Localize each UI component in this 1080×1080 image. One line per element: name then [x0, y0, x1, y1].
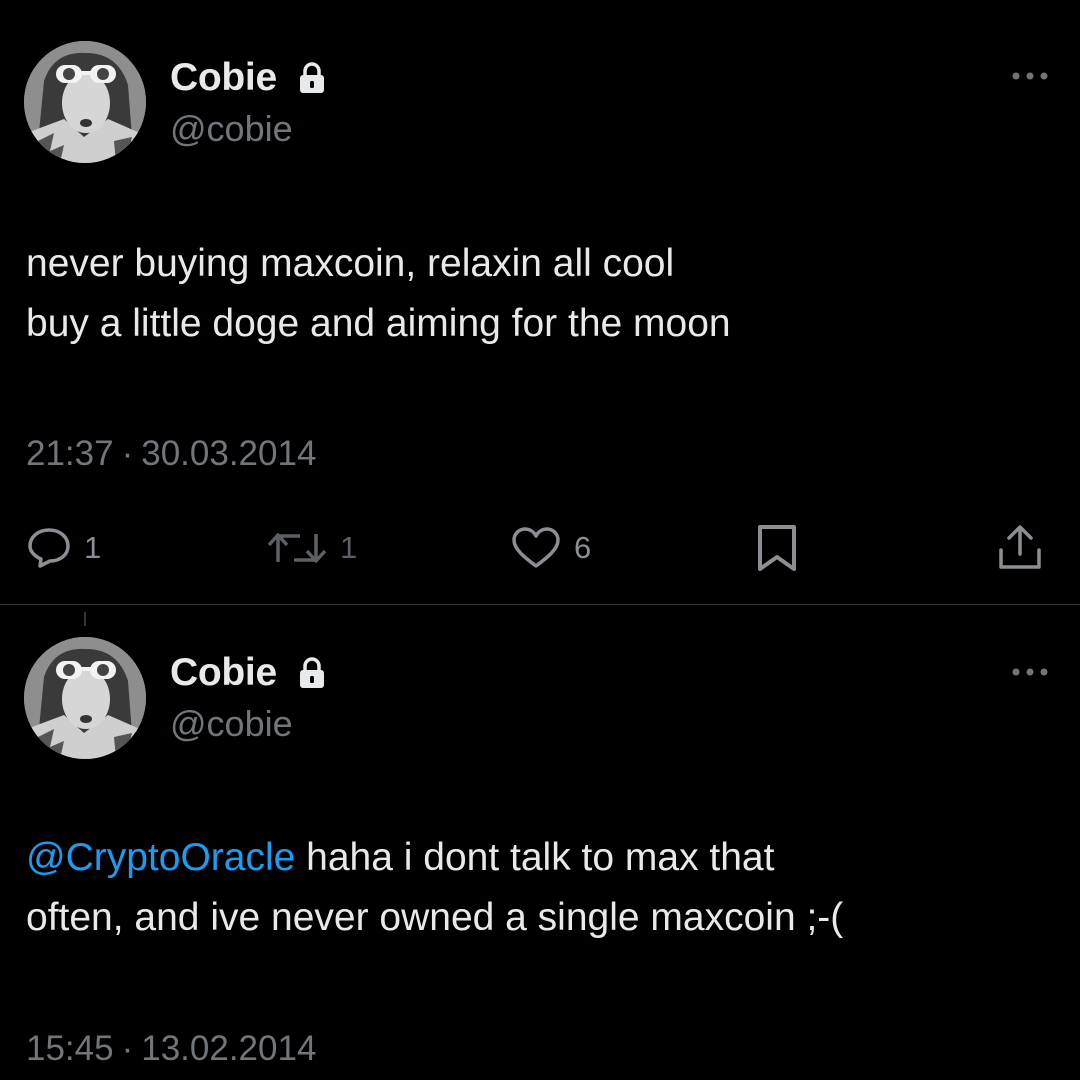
tweet-date: 13.02.2014	[141, 1029, 317, 1068]
avatar[interactable]	[24, 41, 146, 163]
retweet-button[interactable]: 1	[266, 524, 357, 572]
like-count: 6	[574, 530, 592, 565]
display-name[interactable]: Cobie	[170, 651, 277, 695]
bookmark-button[interactable]	[756, 524, 798, 572]
tweet[interactable]: Cobie @cobie never buying maxcoin, relax…	[0, 0, 1080, 604]
reply-icon	[28, 528, 70, 568]
bookmark-icon	[758, 525, 796, 571]
share-icon	[999, 525, 1041, 569]
more-icon[interactable]	[1010, 70, 1050, 82]
handle[interactable]: @cobie	[170, 703, 293, 745]
timestamp[interactable]: 21:37 · 30.03.2014	[26, 434, 316, 474]
retweet-icon	[267, 533, 327, 563]
tweet-text-line: buy a little doge and aiming for the moo…	[26, 302, 731, 345]
heart-icon	[512, 527, 560, 568]
tweet-date: 30.03.2014	[141, 434, 317, 473]
reply-button[interactable]: 1	[26, 524, 101, 572]
tweet-text: @CryptoOracle haha i dont talk to max th…	[26, 828, 843, 948]
more-icon[interactable]	[1010, 666, 1050, 678]
timestamp-separator: ·	[121, 1029, 134, 1068]
like-button[interactable]: 6	[510, 524, 591, 572]
tweet[interactable]: Cobie @cobie @CryptoOracle haha i dont t…	[0, 605, 1080, 1080]
avatar[interactable]	[24, 637, 146, 759]
tweet-text: never buying maxcoin, relaxin all cool b…	[26, 234, 731, 354]
retweet-count: 1	[340, 530, 358, 565]
timestamp-separator: ·	[121, 434, 134, 473]
tweet-text-line: never buying maxcoin, relaxin all cool	[26, 242, 675, 285]
share-button[interactable]	[996, 524, 1044, 572]
lock-icon	[300, 657, 324, 688]
display-name[interactable]: Cobie	[170, 56, 277, 100]
tweet-text-line: @CryptoOracle haha i dont talk to max th…	[26, 828, 843, 888]
reply-count: 1	[84, 530, 102, 565]
tweet-time: 15:45	[26, 1029, 114, 1068]
handle[interactable]: @cobie	[170, 108, 293, 150]
mention-link[interactable]: @CryptoOracle	[26, 836, 295, 879]
tweet-time: 21:37	[26, 434, 114, 473]
lock-icon	[300, 62, 324, 93]
timestamp[interactable]: 15:45 · 13.02.2014	[26, 1029, 316, 1069]
tweet-text-fragment: haha i dont talk to max that	[295, 836, 775, 879]
tweet-text-line: often, and ive never owned a single maxc…	[26, 896, 844, 939]
